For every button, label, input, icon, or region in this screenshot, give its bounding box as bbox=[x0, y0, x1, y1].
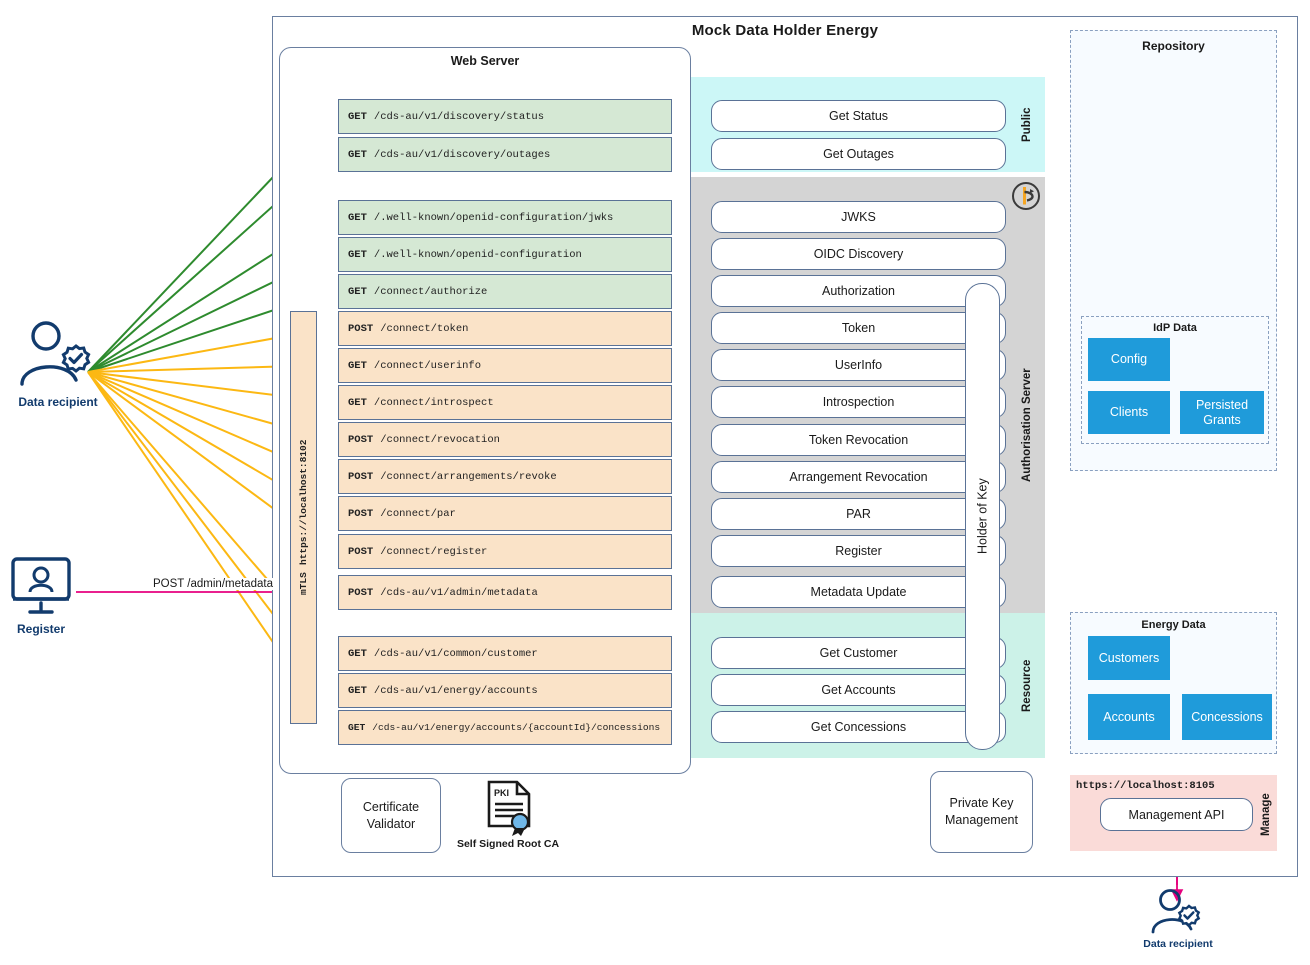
endpoint-path: /connect/authorize bbox=[373, 285, 488, 298]
mtls-strip-label: mTLS https://localhost:8102 bbox=[290, 311, 317, 724]
endpoint-path: /connect/userinfo bbox=[373, 359, 482, 372]
service-box[interactable]: Get Accounts bbox=[711, 674, 1006, 706]
certificate-validator-box[interactable]: Certificate Validator bbox=[341, 778, 441, 853]
endpoint-path: /cds-au/v1/discovery/status bbox=[373, 110, 545, 123]
root-ca-caption: Self Signed Root CA bbox=[456, 838, 560, 850]
service-box[interactable]: Get Outages bbox=[711, 138, 1006, 170]
endpoint-method: GET bbox=[348, 248, 367, 261]
endpoint-method: POST bbox=[348, 586, 374, 599]
mtls-url: https://localhost:8102 bbox=[298, 439, 309, 566]
web-server-title: Web Server bbox=[450, 54, 520, 68]
openid-connect-icon bbox=[1011, 181, 1041, 211]
endpoint-path: /.well-known/openid-configuration bbox=[373, 248, 582, 261]
endpoint-row[interactable]: GET/connect/authorize bbox=[338, 274, 672, 309]
endpoint-path: /cds-au/v1/energy/accounts bbox=[373, 684, 538, 697]
manage-band-label: Manage bbox=[1260, 793, 1272, 837]
endpoint-method: GET bbox=[348, 285, 367, 298]
endpoint-method: POST bbox=[348, 470, 374, 483]
endpoint-method: POST bbox=[348, 433, 374, 446]
register-label: Register bbox=[16, 622, 66, 636]
service-box[interactable]: Register bbox=[711, 535, 1006, 567]
endpoint-path: /connect/arrangements/revoke bbox=[380, 470, 557, 483]
endpoint-method: GET bbox=[348, 722, 366, 733]
endpoint-path: /connect/revocation bbox=[380, 433, 500, 446]
endpoint-row[interactable]: GET /.well-known/openid-configuration/jwk… bbox=[338, 200, 672, 235]
svg-text:PKI: PKI bbox=[494, 788, 509, 798]
endpoint-method: GET bbox=[348, 647, 367, 660]
endpoint-row[interactable]: POST/connect/par bbox=[338, 496, 672, 531]
private-key-management-box[interactable]: Private Key Management bbox=[930, 771, 1033, 853]
energy-data-title: Energy Data bbox=[1141, 619, 1206, 631]
data-recipient-icon bbox=[18, 320, 98, 390]
data-recipient-bottom-icon bbox=[1150, 888, 1206, 936]
service-box[interactable]: Authorization bbox=[711, 275, 1006, 307]
service-box[interactable]: OIDC Discovery bbox=[711, 238, 1006, 270]
endpoint-row[interactable]: GET/cds-au/v1/discovery/status bbox=[338, 99, 672, 134]
endpoint-method: GET bbox=[348, 359, 367, 372]
energy-box-customers[interactable]: Customers bbox=[1088, 636, 1170, 680]
service-box[interactable]: Arrangement Revocation bbox=[711, 461, 1006, 493]
endpoint-method: POST bbox=[348, 545, 374, 558]
idp-box-clients[interactable]: Clients bbox=[1088, 391, 1170, 434]
endpoint-method: POST bbox=[348, 322, 374, 335]
endpoint-method: POST bbox=[348, 507, 374, 520]
endpoint-row[interactable]: POST/connect/revocation bbox=[338, 422, 672, 457]
service-box[interactable]: PAR bbox=[711, 498, 1006, 530]
endpoint-row[interactable]: POST/connect/token bbox=[338, 311, 672, 346]
service-box[interactable]: Get Status bbox=[711, 100, 1006, 132]
endpoint-row[interactable]: GET/connect/introspect bbox=[338, 385, 672, 420]
energy-box-accounts[interactable]: Accounts bbox=[1088, 694, 1170, 740]
certificate-document-icon: PKI bbox=[485, 780, 533, 836]
repository-title: Repository bbox=[1142, 39, 1205, 53]
zone-resource-label: Resource bbox=[1021, 659, 1033, 713]
endpoint-row[interactable]: GET/cds-au/v1/energy/accounts/{accountId… bbox=[338, 710, 672, 745]
service-box[interactable]: Metadata Update bbox=[711, 576, 1006, 608]
diagram-canvas: Mock Data Holder Energy https://localhos… bbox=[0, 0, 1310, 965]
endpoint-path: /cds-au/v1/discovery/outages bbox=[373, 148, 551, 161]
endpoint-path: /connect/par bbox=[380, 507, 456, 520]
metadata-connector-label: POST /admin/metadata bbox=[150, 578, 276, 590]
service-box[interactable]: Token Revocation bbox=[711, 424, 1006, 456]
endpoint-row[interactable]: POST/connect/arrangements/revoke bbox=[338, 459, 672, 494]
endpoint-path: /connect/token bbox=[380, 322, 469, 335]
endpoint-path: /connect/register bbox=[380, 545, 488, 558]
holder-of-key-label: Holder of Key bbox=[975, 478, 990, 555]
endpoint-row[interactable]: POST/cds-au/v1/admin/metadata bbox=[338, 575, 672, 610]
endpoint-row[interactable]: GET/cds-au/v1/discovery/outages bbox=[338, 137, 672, 172]
endpoint-method: GET bbox=[348, 396, 367, 409]
service-box[interactable]: Get Concessions bbox=[711, 711, 1006, 743]
register-monitor-icon bbox=[10, 555, 72, 617]
service-box[interactable]: JWKS bbox=[711, 201, 1006, 233]
service-box[interactable]: Token bbox=[711, 312, 1006, 344]
endpoint-method: GET bbox=[348, 148, 367, 161]
data-recipient-bottom-label: Data recipient bbox=[1143, 938, 1213, 950]
idp-box-persisted-grants[interactable]: Persisted Grants bbox=[1180, 391, 1264, 434]
endpoint-path: /cds-au/v1/admin/metadata bbox=[380, 586, 538, 599]
endpoint-path: /connect/introspect bbox=[373, 396, 494, 409]
endpoint-row[interactable]: GET/cds-au/v1/energy/accounts bbox=[338, 673, 672, 708]
data-recipient-label: Data recipient bbox=[18, 395, 98, 409]
idp-box-config[interactable]: Config bbox=[1088, 338, 1170, 381]
endpoint-path: /cds-au/v1/common/customer bbox=[373, 647, 538, 660]
endpoint-row[interactable]: GET/connect/userinfo bbox=[338, 348, 672, 383]
endpoint-row[interactable]: GET/cds-au/v1/common/customer bbox=[338, 636, 672, 671]
management-api-box[interactable]: Management API bbox=[1100, 798, 1253, 831]
service-box[interactable]: UserInfo bbox=[711, 349, 1006, 381]
endpoint-method: GET bbox=[348, 110, 367, 123]
mtls-protocol: mTLS bbox=[298, 572, 309, 596]
service-box[interactable]: Get Customer bbox=[711, 637, 1006, 669]
endpoint-row[interactable]: POST/connect/register bbox=[338, 534, 672, 569]
endpoint-path: /cds-au/v1/energy/accounts/{accountId}/c… bbox=[372, 722, 661, 733]
endpoint-row[interactable]: GET /.well-known/openid-configuration bbox=[338, 237, 672, 272]
idp-data-title: IdP Data bbox=[1153, 322, 1197, 334]
zone-public-label: Public bbox=[1021, 107, 1033, 143]
endpoint-path: /.well-known/openid-configuration/jwks bbox=[373, 211, 614, 224]
service-box[interactable]: Introspection bbox=[711, 386, 1006, 418]
endpoint-method: GET bbox=[348, 211, 367, 224]
endpoint-method: GET bbox=[348, 684, 367, 697]
manage-url-label: https://localhost:8105 bbox=[1076, 780, 1215, 792]
energy-box-concessions[interactable]: Concessions bbox=[1182, 694, 1272, 740]
zone-authorisation-label: Authorisation Server bbox=[1021, 368, 1033, 482]
